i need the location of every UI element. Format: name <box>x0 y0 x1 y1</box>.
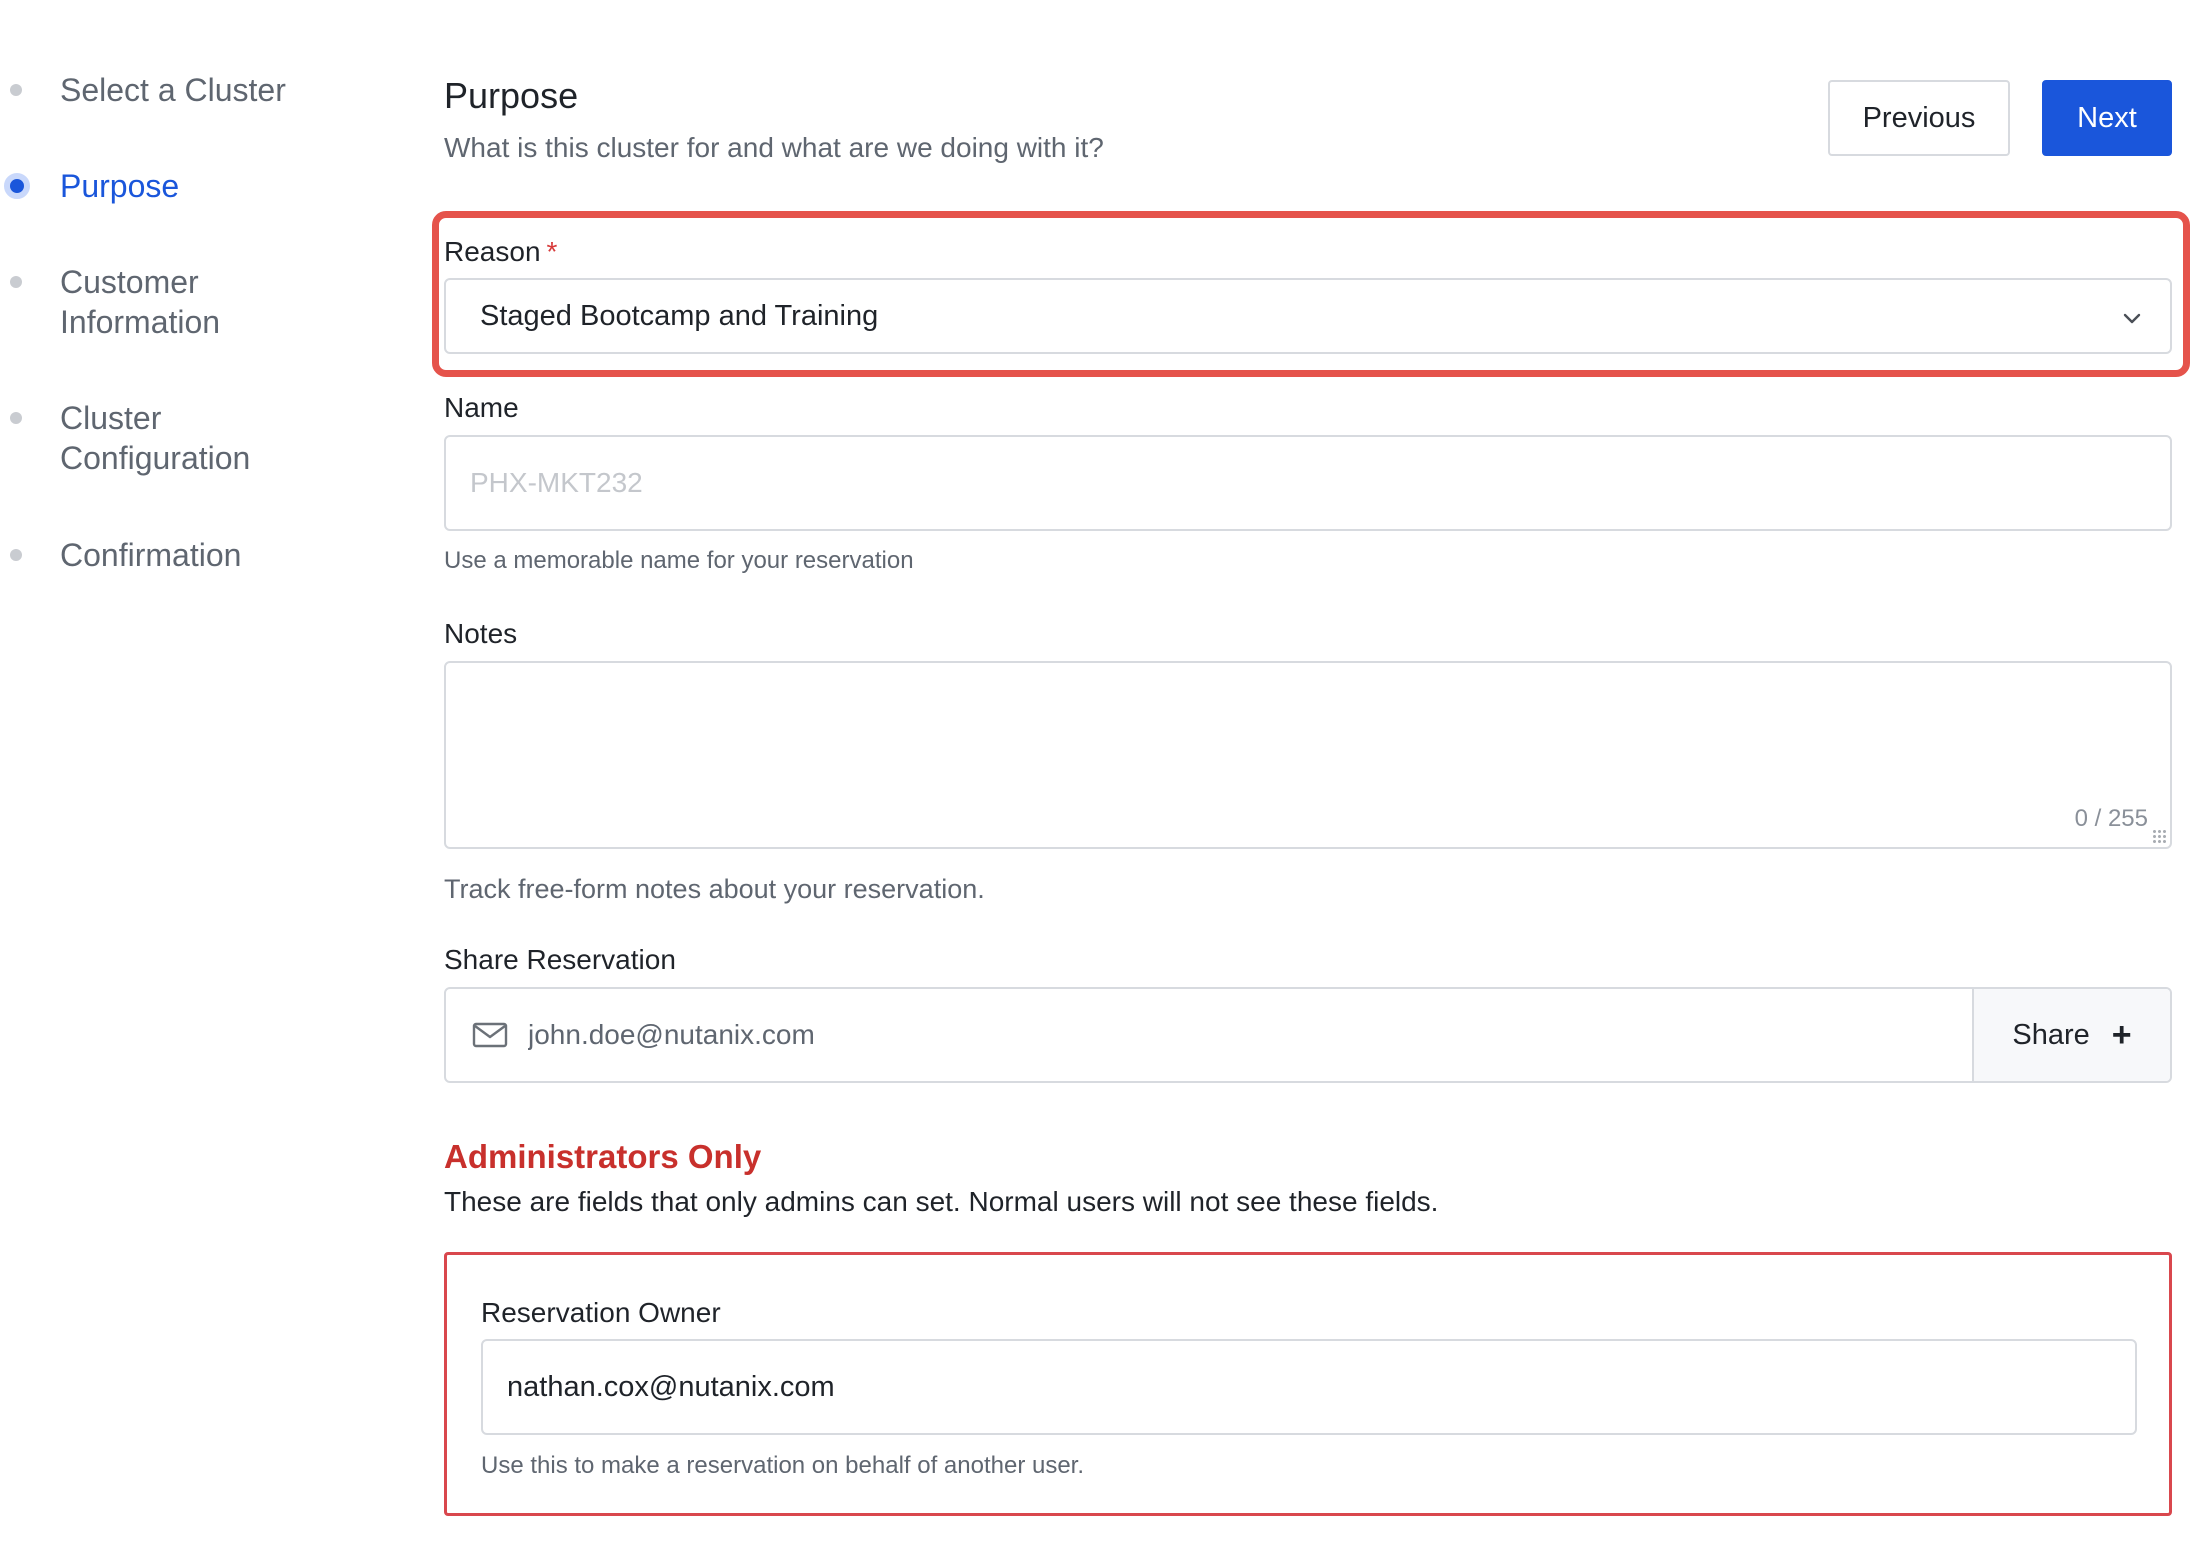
step-label: Select a Cluster <box>60 72 286 108</box>
step-label: Confirmation <box>60 537 242 573</box>
previous-button[interactable]: Previous <box>1828 80 2010 156</box>
step-label: Customer Information <box>60 264 221 340</box>
reason-label: Reason * <box>444 234 557 270</box>
share-button-label: Share <box>2012 1018 2090 1051</box>
admin-panel: Reservation Owner Use this to make a res… <box>444 1252 2172 1516</box>
notes-help-text: Track free-form notes about your reserva… <box>444 874 985 904</box>
step-confirmation[interactable]: Confirmation <box>0 535 400 575</box>
reservation-owner-input[interactable] <box>507 1370 2107 1404</box>
notes-field-wrapper: 0 / 255 <box>444 661 2172 849</box>
name-help-text: Use a memorable name for your reservatio… <box>444 547 914 574</box>
admin-section-description: These are fields that only admins can se… <box>444 1186 1439 1217</box>
step-dot-active <box>4 173 30 199</box>
step-dot <box>10 549 22 561</box>
reservation-wizard: Select a Cluster Purpose Customer Inform… <box>0 0 2192 1552</box>
reason-label-text: Reason <box>444 236 541 267</box>
admin-section-title: Administrators Only <box>444 1138 762 1175</box>
plus-icon: + <box>2111 1016 2132 1054</box>
notes-textarea[interactable] <box>446 663 2170 847</box>
share-email-input[interactable] <box>528 1019 1972 1051</box>
step-dot <box>10 412 22 424</box>
chevron-down-icon <box>2123 313 2141 324</box>
mail-icon <box>472 1022 508 1048</box>
step-select-cluster[interactable]: Select a Cluster <box>0 70 400 110</box>
share-label: Share Reservation <box>444 944 676 975</box>
next-button[interactable]: Next <box>2042 80 2172 156</box>
share-button[interactable]: Share + <box>1972 989 2170 1081</box>
step-label: Cluster Configuration <box>60 400 251 476</box>
name-label: Name <box>444 392 519 423</box>
reservation-owner-field-wrapper <box>481 1339 2137 1435</box>
notes-char-counter: 0 / 255 <box>2074 805 2148 832</box>
page-title: Purpose <box>444 75 579 116</box>
step-label: Purpose <box>60 168 180 204</box>
reason-selected-value: Staged Bootcamp and Training <box>480 299 879 332</box>
resize-handle-icon[interactable] <box>2152 829 2166 843</box>
notes-label: Notes <box>444 618 518 649</box>
step-dot <box>10 84 22 96</box>
step-customer-information[interactable]: Customer Information <box>0 262 400 342</box>
reservation-owner-help-text: Use this to make a reservation on behalf… <box>481 1452 1085 1479</box>
step-dot <box>10 276 22 288</box>
reason-select[interactable]: Staged Bootcamp and Training <box>444 278 2172 354</box>
required-marker: * <box>546 236 558 267</box>
step-purpose[interactable]: Purpose <box>0 166 400 206</box>
name-field-wrapper <box>444 435 2172 531</box>
step-cluster-configuration[interactable]: Cluster Configuration <box>0 398 400 478</box>
reservation-owner-label: Reservation Owner <box>481 1297 721 1328</box>
name-input[interactable] <box>470 467 2130 499</box>
page-subtitle: What is this cluster for and what are we… <box>444 132 1104 163</box>
share-field-wrapper: Share + <box>444 987 2172 1083</box>
